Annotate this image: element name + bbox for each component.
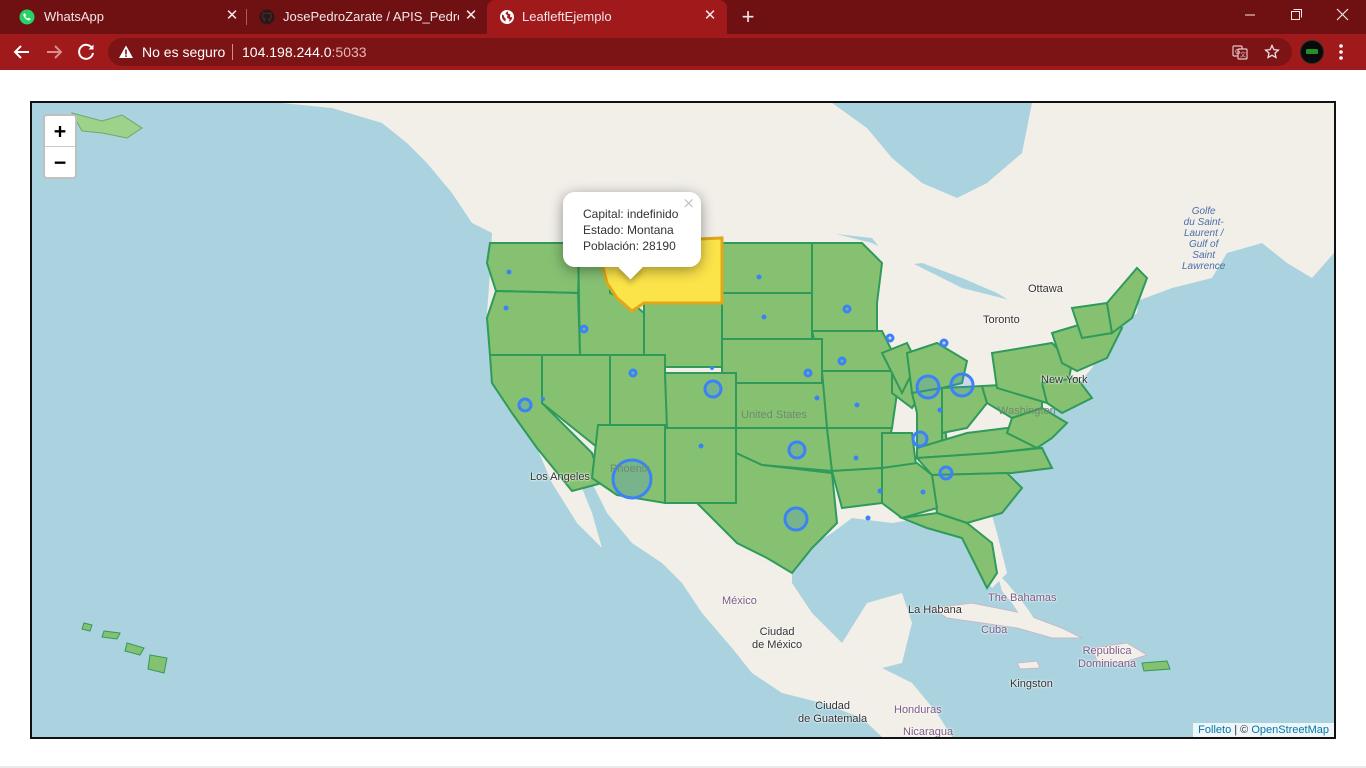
minimize-icon bbox=[1245, 14, 1255, 16]
leaflet-map[interactable]: Ottawa Toronto New York Washington Unite… bbox=[30, 101, 1336, 739]
label-la-habana: La Habana bbox=[908, 604, 962, 616]
zoom-control: + − bbox=[43, 114, 77, 179]
security-status-text[interactable]: No es seguro bbox=[142, 44, 225, 60]
close-window-button[interactable] bbox=[1320, 0, 1366, 30]
globe-icon bbox=[500, 10, 514, 24]
popup-capital: Capital: indefinido bbox=[583, 207, 679, 221]
label-the-bahamas: The Bahamas bbox=[988, 592, 1057, 604]
reload-icon[interactable] bbox=[74, 40, 98, 64]
leaflet-link[interactable]: Folleto bbox=[1198, 724, 1231, 736]
label-ottawa: Ottawa bbox=[1028, 283, 1063, 295]
restore-icon bbox=[1291, 9, 1302, 20]
label-ciudad-de-mexico: Ciudad de México bbox=[752, 626, 803, 651]
attribution-separator: | © bbox=[1231, 724, 1252, 736]
osm-link[interactable]: OpenStreetMap bbox=[1251, 724, 1329, 736]
popup-close-button[interactable]: × bbox=[682, 194, 695, 212]
label-phoenix: Phoenix bbox=[610, 463, 650, 475]
translate-icon[interactable]: G 文 bbox=[1232, 44, 1248, 60]
new-tab-button[interactable]: + bbox=[738, 6, 758, 28]
back-arrow-icon[interactable] bbox=[10, 40, 34, 64]
label-united-states: United States bbox=[741, 409, 808, 421]
label-mexico: México bbox=[722, 595, 757, 607]
label-los-angeles: Los Angeles bbox=[530, 471, 590, 483]
popup-population: Población: 28190 bbox=[583, 239, 676, 253]
state-popup: Capital: indefinido Estado: Montana Pobl… bbox=[563, 192, 701, 280]
hawaii-islands bbox=[81, 622, 168, 674]
close-icon bbox=[1336, 8, 1349, 21]
restore-button[interactable] bbox=[1273, 0, 1319, 30]
tab-whatsapp[interactable]: WhatsApp ✕ bbox=[0, 0, 246, 34]
label-toronto: Toronto bbox=[983, 314, 1020, 326]
puerto-rico bbox=[1141, 660, 1171, 672]
whatsapp-icon bbox=[19, 9, 35, 25]
label-ciudad-de-guatemala: Ciudad de Guatemala bbox=[798, 700, 868, 725]
warning-icon[interactable] bbox=[118, 44, 134, 60]
label-republica-dominicana: República Dominicana bbox=[1078, 645, 1137, 670]
popup-state: Estado: Montana bbox=[583, 223, 674, 237]
close-tab-icon[interactable]: ✕ bbox=[702, 8, 718, 24]
omnibox-divider bbox=[232, 44, 233, 60]
menu-kebab-icon[interactable] bbox=[1337, 42, 1345, 62]
label-honduras: Honduras bbox=[894, 704, 942, 716]
label-cuba: Cuba bbox=[981, 624, 1008, 636]
url-host: 104.198.244.0 bbox=[242, 44, 332, 60]
url-port: :5033 bbox=[331, 44, 367, 60]
forward-arrow-icon[interactable] bbox=[42, 40, 66, 64]
address-bar[interactable]: No es seguro 104.198.244.0:5033 G 文 bbox=[108, 38, 1292, 66]
page-viewport: Ottawa Toronto New York Washington Unite… bbox=[0, 70, 1366, 768]
github-icon bbox=[259, 9, 275, 25]
label-new-york: New York bbox=[1041, 374, 1088, 386]
svg-text:文: 文 bbox=[1240, 51, 1246, 59]
close-tab-icon[interactable]: ✕ bbox=[224, 8, 240, 24]
browser-toolbar: No es seguro 104.198.244.0:5033 G 文 bbox=[0, 34, 1366, 70]
label-washington: Washington bbox=[998, 405, 1056, 417]
close-tab-icon[interactable]: ✕ bbox=[463, 8, 479, 24]
tab-github[interactable]: JosePedroZarate / APIS_PedroZar ✕ bbox=[247, 0, 487, 34]
label-gulf-saint-lawrence: Golfe du Saint- Laurent / Gulf of Saint … bbox=[1182, 206, 1226, 272]
jamaica-land bbox=[1016, 660, 1041, 670]
tab-title: WhatsApp bbox=[44, 9, 104, 24]
map-attribution: Folleto | © OpenStreetMap bbox=[1193, 723, 1334, 737]
zoom-in-button[interactable]: + bbox=[45, 116, 75, 146]
tab-leaflet[interactable]: LeafleftEjemplo ✕ bbox=[487, 0, 727, 34]
label-nicaragua: Nicaragua bbox=[903, 726, 954, 738]
minimize-button[interactable] bbox=[1227, 0, 1273, 30]
popup-body: Capital: indefinido Estado: Montana Pobl… bbox=[583, 206, 678, 254]
tab-title: LeafleftEjemplo bbox=[522, 9, 612, 24]
alaska-islands bbox=[70, 112, 143, 139]
zoom-out-button[interactable]: − bbox=[45, 146, 75, 177]
profile-avatar[interactable] bbox=[1301, 41, 1323, 63]
avatar-image bbox=[1306, 49, 1318, 54]
tab-title: JosePedroZarate / APIS_PedroZar bbox=[283, 9, 459, 24]
url-text[interactable]: 104.198.244.0:5033 bbox=[242, 44, 367, 60]
bookmark-star-icon[interactable] bbox=[1264, 44, 1280, 60]
label-kingston: Kingston bbox=[1010, 678, 1053, 690]
tab-strip: WhatsApp ✕ JosePedroZarate / APIS_PedroZ… bbox=[0, 0, 1366, 34]
